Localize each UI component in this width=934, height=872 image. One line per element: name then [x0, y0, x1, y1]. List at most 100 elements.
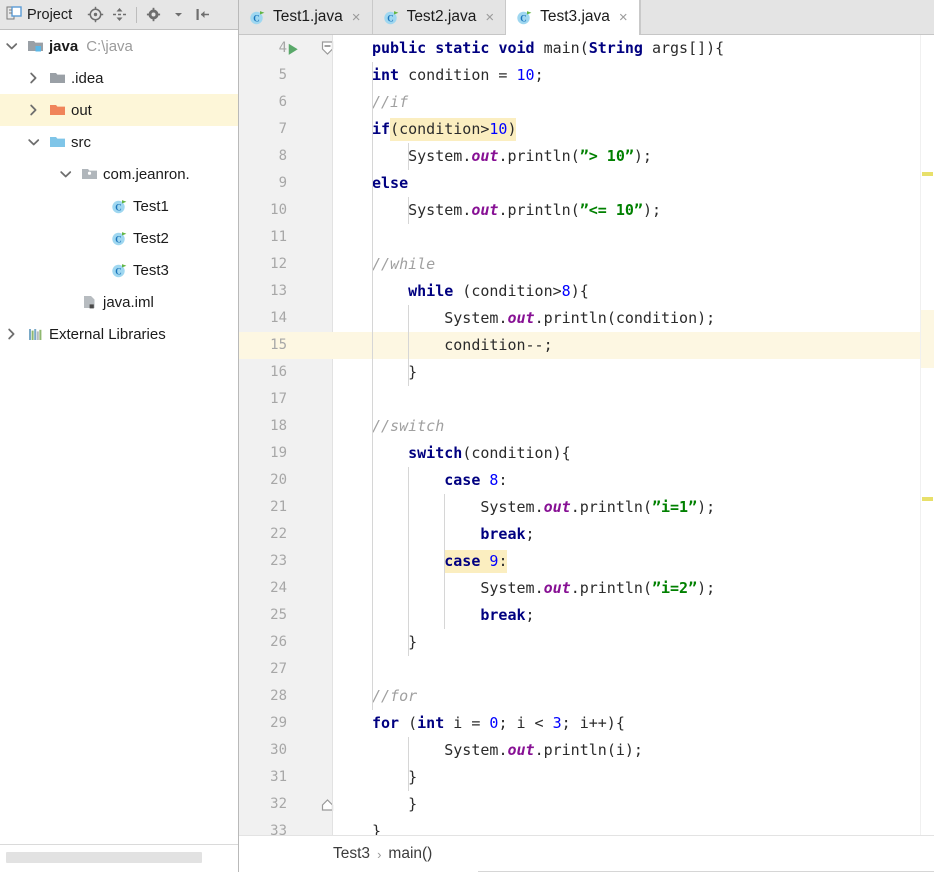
code-line-row[interactable]: 7 if(condition>10) — [239, 116, 934, 143]
code-line-row[interactable]: 19 switch(condition){ — [239, 440, 934, 467]
code-line-text[interactable]: //while — [372, 251, 435, 278]
code-line-row[interactable]: 21 System.out.println(”i=1”); — [239, 494, 934, 521]
warning-marker[interactable] — [922, 172, 933, 176]
close-icon[interactable]: × — [617, 10, 628, 25]
code-line-row[interactable]: 17 — [239, 386, 934, 413]
code-line-row[interactable]: 28 //for — [239, 683, 934, 710]
code-line-row[interactable]: 14 System.out.println(condition); — [239, 305, 934, 332]
code-line-text[interactable]: //if — [372, 89, 408, 116]
code-line-text[interactable]: System.out.println(”<= 10”); — [372, 197, 661, 224]
code-line-row[interactable]: 32 } — [239, 791, 934, 818]
chevron-down-icon[interactable] — [167, 4, 189, 26]
warning-marker[interactable] — [922, 497, 933, 501]
code-line-text[interactable]: switch(condition){ — [372, 440, 571, 467]
code-line-text[interactable]: case 9: — [372, 548, 507, 575]
code-line-row[interactable]: 10 System.out.println(”<= 10”); — [239, 197, 934, 224]
code-line-text[interactable]: } — [372, 629, 417, 656]
tree-item-label: Test1 — [133, 197, 169, 215]
locate-icon[interactable] — [84, 4, 106, 26]
code-line-row[interactable]: 22 break; — [239, 521, 934, 548]
settings-gear-icon[interactable] — [143, 4, 165, 26]
editor-marker-bar[interactable] — [920, 35, 934, 835]
tree-item-test3[interactable]: C Test3 — [0, 254, 238, 286]
editor-tab-test2-java[interactable]: C Test2.java × — [372, 0, 507, 34]
code-line-row[interactable]: 15 condition--; — [239, 332, 934, 359]
tree-item-src[interactable]: src — [0, 126, 238, 158]
collapse-all-icon[interactable] — [108, 4, 130, 26]
tree-item-label: java.iml — [103, 293, 154, 311]
code-line-row[interactable]: 16 } — [239, 359, 934, 386]
code-lines[interactable]: 4 public static void main(String args[]){… — [239, 35, 934, 835]
code-line-text[interactable]: System.out.println(”i=1”); — [372, 494, 715, 521]
breadcrumb-class[interactable]: Test3 — [333, 845, 370, 863]
code-line-row[interactable]: 26 } — [239, 629, 934, 656]
code-line-text[interactable]: } — [372, 359, 417, 386]
code-line-row[interactable]: 20 case 8: — [239, 467, 934, 494]
chevron-down-icon[interactable] — [58, 166, 74, 182]
code-editor[interactable]: 4 public static void main(String args[]){… — [239, 35, 934, 835]
scrollbar-thumb[interactable] — [6, 852, 202, 863]
breadcrumb-method[interactable]: main() — [388, 845, 432, 863]
project-tree[interactable]: java C:\java .idea out src com.jeanron. C Test1… — [0, 30, 238, 844]
chevron-right-icon[interactable] — [26, 102, 42, 118]
tree-item-out[interactable]: out — [0, 94, 238, 126]
code-line-text[interactable]: System.out.println(condition); — [372, 305, 715, 332]
code-line-row[interactable]: 23 case 9: — [239, 548, 934, 575]
code-line-text[interactable]: System.out.println(i); — [372, 737, 643, 764]
code-line-row[interactable]: 9 else — [239, 170, 934, 197]
project-panel-title[interactable]: Project — [6, 5, 76, 25]
tree-item-java[interactable]: java C:\java — [0, 30, 238, 62]
code-line-row[interactable]: 8 System.out.println(”> 10”); — [239, 143, 934, 170]
code-line-row[interactable]: 11 — [239, 224, 934, 251]
tree-item-idea[interactable]: .idea — [0, 62, 238, 94]
code-line-text[interactable]: else — [372, 170, 408, 197]
code-line-row[interactable]: 4 public static void main(String args[]){ — [239, 35, 934, 62]
code-line-text[interactable]: System.out.println(”> 10”); — [372, 143, 652, 170]
code-line-row[interactable]: 12 //while — [239, 251, 934, 278]
editor-tab-test3-java[interactable]: C Test3.java × — [506, 0, 640, 35]
code-line-row[interactable]: 25 break; — [239, 602, 934, 629]
code-line-text[interactable]: //for — [372, 683, 417, 710]
code-line-row[interactable]: 31 } — [239, 764, 934, 791]
code-line-text[interactable]: break; — [372, 521, 534, 548]
code-line-text[interactable]: } — [372, 791, 417, 818]
code-line-text[interactable]: for (int i = 0; i < 3; i++){ — [372, 710, 625, 737]
code-line-row[interactable]: 18 //switch — [239, 413, 934, 440]
code-line-row[interactable]: 6 //if — [239, 89, 934, 116]
code-line-row[interactable]: 24 System.out.println(”i=2”); — [239, 575, 934, 602]
hide-panel-icon[interactable] — [191, 4, 213, 26]
code-line-text[interactable]: } — [372, 764, 417, 791]
code-line-text[interactable]: int condition = 10; — [372, 62, 544, 89]
chevron-down-icon[interactable] — [4, 38, 20, 54]
code-line-text[interactable]: public static void main(String args[]){ — [372, 35, 724, 62]
code-line-row[interactable]: 29 for (int i = 0; i < 3; i++){ — [239, 710, 934, 737]
code-line-row[interactable]: 30 System.out.println(i); — [239, 737, 934, 764]
chevron-right-icon[interactable] — [26, 70, 42, 86]
project-horizontal-scrollbar[interactable] — [0, 844, 238, 872]
editor-tab-test1-java[interactable]: C Test1.java × — [239, 0, 373, 34]
code-line-text[interactable]: } — [372, 818, 381, 835]
tree-item-java-iml[interactable]: java.iml — [0, 286, 238, 318]
code-line-text[interactable]: condition--; — [372, 332, 552, 359]
chevron-down-icon[interactable] — [26, 134, 42, 150]
code-line-text[interactable]: if(condition>10) — [372, 116, 517, 143]
close-icon[interactable]: × — [350, 10, 361, 25]
line-number: 20 — [270, 472, 287, 488]
tree-item-external-libraries[interactable]: External Libraries — [0, 318, 238, 350]
code-line-text[interactable]: break; — [372, 602, 534, 629]
code-line-row[interactable]: 27 — [239, 656, 934, 683]
code-line-text[interactable]: System.out.println(”i=2”); — [372, 575, 715, 602]
code-line-text[interactable]: //switch — [372, 413, 444, 440]
code-line-text[interactable]: case 8: — [372, 467, 507, 494]
line-number: 7 — [278, 121, 287, 137]
tree-item-com-jeanron[interactable]: com.jeanron. — [0, 158, 238, 190]
code-line-text[interactable]: while (condition>8){ — [372, 278, 589, 305]
tree-item-test1[interactable]: C Test1 — [0, 190, 238, 222]
chevron-right-icon[interactable] — [4, 326, 20, 342]
code-line-row[interactable]: 5 int condition = 10; — [239, 62, 934, 89]
code-line-row[interactable]: 33} — [239, 818, 934, 835]
project-toolbar-buttons — [84, 4, 213, 26]
code-line-row[interactable]: 13 while (condition>8){ — [239, 278, 934, 305]
tree-item-test2[interactable]: C Test2 — [0, 222, 238, 254]
close-icon[interactable]: × — [483, 10, 494, 25]
